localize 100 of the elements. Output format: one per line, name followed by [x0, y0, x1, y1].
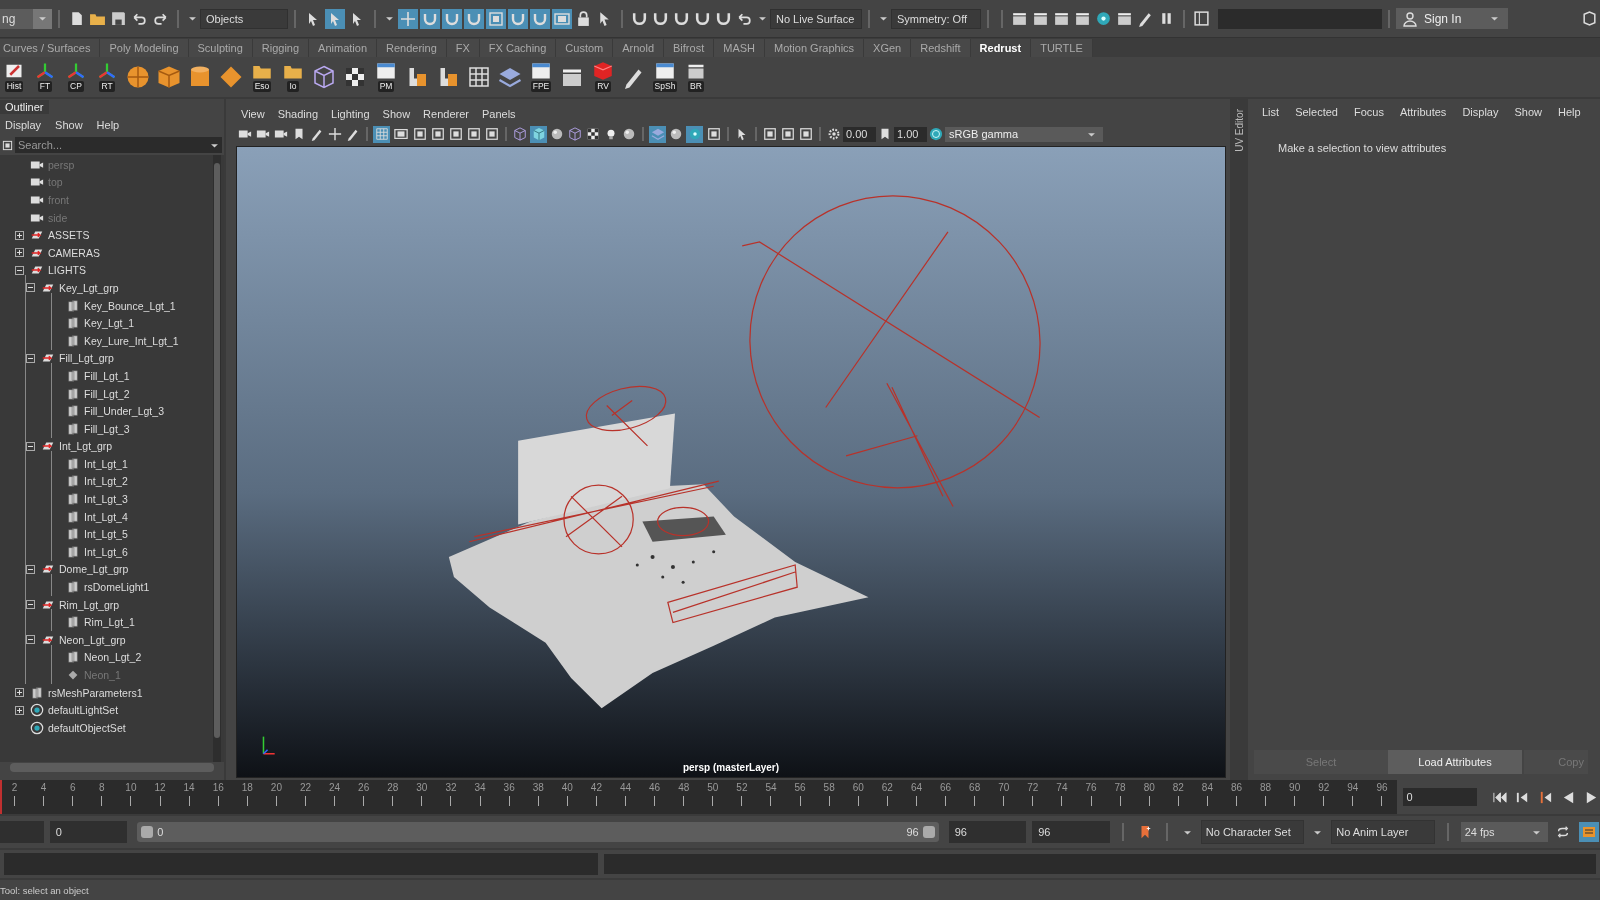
- menu-item[interactable]: Attributes: [1399, 105, 1447, 118]
- menu-item[interactable]: Shading: [277, 107, 319, 120]
- outliner-item[interactable]: Int_Lgt_4: [84, 510, 128, 523]
- range-slider[interactable]: 0 96: [137, 822, 939, 842]
- shadow-sphere-icon[interactable]: [622, 127, 636, 141]
- shelf-tab[interactable]: FX Caching: [479, 39, 557, 57]
- menu-item[interactable]: Show: [382, 107, 411, 120]
- title-safe-icon[interactable]: [485, 127, 499, 141]
- end-frame-field[interactable]: 96: [948, 821, 1027, 843]
- menu-item[interactable]: Focus: [1353, 105, 1384, 118]
- shelf-button[interactable]: Eso: [248, 61, 276, 93]
- viewport-toggle[interactable]: [686, 125, 703, 143]
- field-chart-icon[interactable]: [449, 127, 463, 141]
- shelf-tab[interactable]: Curves / Surfaces: [0, 39, 101, 57]
- selection-mask-dropdown[interactable]: Objects: [200, 8, 288, 29]
- outliner-item[interactable]: Key_Lgt_grp: [59, 281, 119, 294]
- wireframe-cube-icon[interactable]: [312, 65, 336, 89]
- gate-mask-icon[interactable]: [431, 127, 445, 141]
- sphere-icon[interactable]: [126, 65, 150, 89]
- render-icon[interactable]: [1011, 10, 1028, 27]
- menu-set-dropdown[interactable]: ng: [0, 8, 52, 29]
- save-icon[interactable]: [110, 10, 127, 27]
- shelf-tab[interactable]: Sculpting: [188, 39, 253, 57]
- command-line-field[interactable]: [4, 853, 598, 875]
- cube-icon[interactable]: [157, 65, 181, 89]
- shelf-tab[interactable]: Redshift: [911, 39, 971, 57]
- character-set-dropdown[interactable]: No Character Set: [1200, 820, 1305, 844]
- outliner-item[interactable]: LIGHTS: [48, 264, 86, 277]
- collapse-toggle[interactable]: [26, 564, 35, 574]
- snap-toggle[interactable]: [420, 8, 440, 29]
- shelf-button[interactable]: RV: [589, 61, 617, 93]
- magnet-icon[interactable]: [715, 10, 732, 27]
- outliner-item[interactable]: Key_Bounce_Lgt_1: [84, 299, 176, 312]
- exposure-field[interactable]: 0.00: [843, 126, 876, 142]
- shelf-tab[interactable]: Animation: [309, 39, 377, 57]
- menu-item[interactable]: Help: [96, 118, 120, 131]
- scrollbar[interactable]: [213, 155, 221, 762]
- grid-icon[interactable]: [467, 65, 491, 89]
- loop-icon[interactable]: [1556, 825, 1571, 839]
- menu-item[interactable]: Selected: [1295, 105, 1338, 118]
- animation-preferences-button[interactable]: [1579, 822, 1600, 842]
- symmetry-field[interactable]: Symmetry: Off: [891, 8, 981, 29]
- shelf-button[interactable]: SpSh: [651, 61, 679, 93]
- viewport-toggle[interactable]: [649, 125, 666, 143]
- lock-icon[interactable]: [575, 10, 592, 27]
- viewport-toggle[interactable]: [530, 125, 547, 143]
- outliner-item[interactable]: rsDomeLight1: [84, 581, 150, 594]
- shelf-tab[interactable]: Arnold: [613, 39, 665, 57]
- outliner-item[interactable]: Fill_Under_Lgt_3: [84, 405, 164, 418]
- snap-toggle[interactable]: [398, 8, 418, 29]
- outliner-item[interactable]: Fill_Lgt_grp: [59, 352, 114, 365]
- magnet-icon[interactable]: [652, 10, 669, 27]
- brush-icon[interactable]: [1137, 10, 1154, 27]
- pen-icon[interactable]: [346, 127, 360, 141]
- collapse-toggle[interactable]: [26, 283, 35, 293]
- outliner-item[interactable]: ASSETS: [48, 229, 90, 242]
- collapse-toggle[interactable]: [26, 353, 35, 363]
- shelf-tab[interactable]: Motion Graphics: [765, 39, 865, 57]
- shelf-tab[interactable]: Poly Modeling: [100, 39, 189, 57]
- magnet-icon[interactable]: [631, 10, 648, 27]
- panel-icon[interactable]: [799, 127, 813, 141]
- outliner-item[interactable]: CAMERAS: [48, 246, 100, 259]
- checker-icon[interactable]: [586, 127, 600, 141]
- collapse-toggle[interactable]: [26, 600, 35, 610]
- shelf-button[interactable]: Hist: [0, 61, 28, 93]
- snap-toggle[interactable]: [530, 8, 550, 29]
- shelf-button[interactable]: PM: [372, 61, 400, 93]
- outliner-item[interactable]: defaultLightSet: [48, 704, 119, 717]
- viewport-toggle[interactable]: [411, 125, 428, 143]
- expand-toggle[interactable]: [15, 230, 24, 240]
- move-icon[interactable]: [328, 127, 342, 141]
- outliner-item[interactable]: Fill_Lgt_3: [84, 422, 130, 435]
- layers-icon[interactable]: [498, 65, 522, 89]
- viewport-toggle[interactable]: [705, 125, 722, 143]
- outliner-item[interactable]: Int_Lgt_2: [84, 475, 128, 488]
- menu-item[interactable]: Lighting: [331, 107, 370, 120]
- live-surface-field[interactable]: No Live Surface: [770, 8, 862, 29]
- menu-item[interactable]: Show: [55, 118, 83, 131]
- cylinder-icon[interactable]: [188, 65, 212, 89]
- shelf-tab[interactable]: Rendering: [377, 39, 447, 57]
- expand-toggle[interactable]: [15, 248, 24, 258]
- outliner-item[interactable]: Fill_Lgt_2: [84, 387, 130, 400]
- shelf-tab[interactable]: TURTLE: [1031, 39, 1093, 57]
- shelf-tab[interactable]: FX: [446, 39, 480, 57]
- snap-toggle[interactable]: [442, 8, 462, 29]
- gamma-field[interactable]: 1.00: [894, 126, 927, 142]
- sphere-icon[interactable]: [550, 127, 564, 141]
- menu-item[interactable]: Help: [1558, 105, 1581, 118]
- outliner-item[interactable]: Int_Lgt_1: [84, 457, 128, 470]
- snap-toggle[interactable]: [486, 8, 506, 29]
- outliner-item[interactable]: defaultObjectSet: [48, 721, 126, 734]
- snap-toggle[interactable]: [464, 8, 484, 29]
- shelf-tab[interactable]: XGen: [864, 39, 912, 57]
- outliner-item[interactable]: Dome_Lgt_grp: [59, 563, 129, 576]
- time-slider[interactable]: 2 4 6 8 10 12 14 16 18 20 22 24 26 28 30 32 34 36 38 40 42 44 46 48 50 52 54 56 58 60 62 64 66 68 70 72 74 76 78 80 82 84 86 88 90 92 94 96: [0, 780, 1397, 814]
- shelf-button[interactable]: FPE: [527, 61, 555, 93]
- panel-icon[interactable]: [763, 127, 777, 141]
- menu-item[interactable]: Display: [1462, 105, 1499, 118]
- menu-item[interactable]: Renderer: [423, 107, 469, 120]
- panel-tab[interactable]: Outliner: [0, 100, 49, 114]
